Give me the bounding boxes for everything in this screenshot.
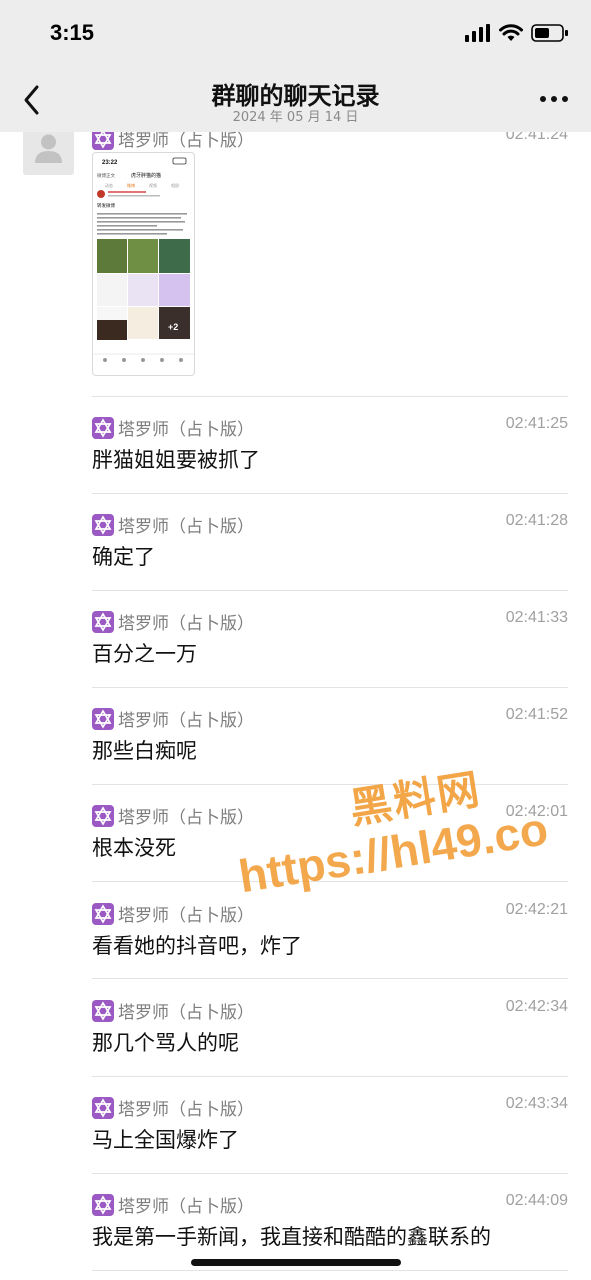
wifi-icon — [499, 24, 523, 41]
message-text[interactable]: 看看她的抖音吧，炸了 — [92, 930, 302, 960]
divider — [92, 687, 568, 688]
message-text[interactable]: 那些白痴呢 — [92, 735, 197, 765]
message-time: 02:43:34 — [505, 1095, 568, 1112]
home-indicator[interactable] — [191, 1259, 401, 1266]
thumb-tab: 微博 — [127, 182, 135, 188]
star-of-david-icon — [92, 611, 114, 633]
status-bar: 3:15 — [0, 0, 591, 70]
nav-bar: 群聊的聊天记录 2024 年 05 月 14 日 — [0, 70, 591, 132]
sender-name: 塔罗师（占卜版） — [118, 711, 254, 731]
avatar[interactable] — [23, 132, 74, 175]
thumb-tab: 相册 — [171, 182, 179, 188]
message-header: 塔罗师（占卜版） 02:41:25 — [92, 415, 568, 440]
sender-name: 塔罗师（占卜版） — [118, 420, 254, 440]
message-header: 塔罗师（占卜版） 02:43:34 — [92, 1095, 568, 1120]
thumb-time: 23:22 — [102, 160, 118, 166]
message-text[interactable]: 马上全国爆炸了 — [92, 1124, 239, 1154]
star-of-david-icon — [92, 1000, 114, 1022]
message-text[interactable]: 确定了 — [92, 541, 155, 571]
sender-name: 塔罗师（占卜版） — [118, 1003, 254, 1023]
sender-name: 塔罗师（占卜版） — [118, 906, 254, 926]
divider — [92, 1173, 568, 1174]
page-subtitle: 2024 年 05 月 14 日 — [232, 110, 359, 125]
thumb-tab: 视频 — [149, 182, 157, 188]
message-header: 塔罗师（占卜版） 02:41:52 — [92, 706, 568, 731]
star-of-david-icon — [92, 132, 114, 150]
star-of-david-icon — [92, 903, 114, 925]
message-header: 塔罗师（占卜版） 02:41:24 — [92, 132, 568, 151]
message-header: 塔罗师（占卜版） 02:42:34 — [92, 998, 568, 1023]
sender-name: 塔罗师（占卜版） — [118, 517, 254, 537]
battery-icon — [531, 24, 568, 42]
message-text[interactable]: 我是第一手新闻，我直接和酷酷的鑫联系的 — [92, 1221, 491, 1251]
chat-record-list[interactable]: 塔罗师（占卜版） 02:41:24 23:22 微博正文 虎牙胖猫的猫 动态 微… — [0, 132, 591, 1280]
message-header: 塔罗师（占卜版） 02:41:28 — [92, 512, 568, 537]
message-time: 02:41:24 — [505, 132, 568, 143]
thumb-section: 转发微博 — [97, 202, 115, 209]
star-of-david-icon — [92, 1097, 114, 1119]
message-header: 塔罗师（占卜版） 02:41:33 — [92, 609, 568, 634]
message-text[interactable]: 百分之一万 — [92, 638, 197, 668]
thumb-more-badge: +2 — [168, 322, 178, 332]
thumb-back-label: 微博正文 — [97, 172, 115, 179]
divider — [92, 396, 568, 397]
sender-name: 塔罗师（占卜版） — [118, 1197, 254, 1217]
message-time: 02:41:52 — [505, 706, 568, 723]
message-time: 02:42:21 — [505, 901, 568, 918]
image-message[interactable]: 23:22 微博正文 虎牙胖猫的猫 动态 微博 视频 相册 转发微博 +2 — [92, 152, 195, 376]
divider — [92, 978, 568, 979]
sender-name: 塔罗师（占卜版） — [118, 614, 254, 634]
sender-name: 塔罗师（占卜版） — [118, 808, 254, 828]
message-text[interactable]: 胖猫姐姐要被抓了 — [92, 444, 260, 474]
divider — [92, 784, 568, 785]
sender-name: 塔罗师（占卜版） — [118, 1100, 254, 1120]
message-header: 塔罗师（占卜版） 02:42:21 — [92, 901, 568, 926]
message-time: 02:41:28 — [505, 512, 568, 529]
divider — [92, 590, 568, 591]
star-of-david-icon — [92, 417, 114, 439]
screenshot-thumbnail: 23:22 微博正文 虎牙胖猫的猫 动态 微博 视频 相册 转发微博 +2 — [93, 157, 194, 362]
thumb-tab: 动态 — [105, 182, 113, 188]
status-icons — [465, 24, 569, 42]
message-time: 02:44:09 — [505, 1192, 568, 1209]
star-of-david-icon — [92, 1194, 114, 1216]
star-of-david-icon — [92, 514, 114, 536]
signal-icon — [465, 24, 490, 42]
star-of-david-icon — [92, 708, 114, 730]
star-of-david-icon — [92, 805, 114, 827]
user-placeholder-icon — [35, 134, 62, 163]
message-time: 02:41:33 — [505, 609, 568, 626]
thumb-header: 虎牙胖猫的猫 — [131, 172, 161, 179]
message-time: 02:42:34 — [505, 998, 568, 1015]
more-icon[interactable] — [539, 92, 569, 106]
message-time: 02:41:25 — [505, 415, 568, 432]
status-time: 3:15 — [50, 20, 95, 45]
divider — [92, 1270, 568, 1271]
message-header: 塔罗师（占卜版） 02:44:09 — [92, 1192, 568, 1217]
divider — [92, 1076, 568, 1077]
divider — [92, 493, 568, 494]
sender-name: 塔罗师（占卜版） — [118, 132, 254, 151]
message-text[interactable]: 那几个骂人的呢 — [92, 1027, 239, 1057]
message-text[interactable]: 根本没死 — [92, 832, 176, 862]
